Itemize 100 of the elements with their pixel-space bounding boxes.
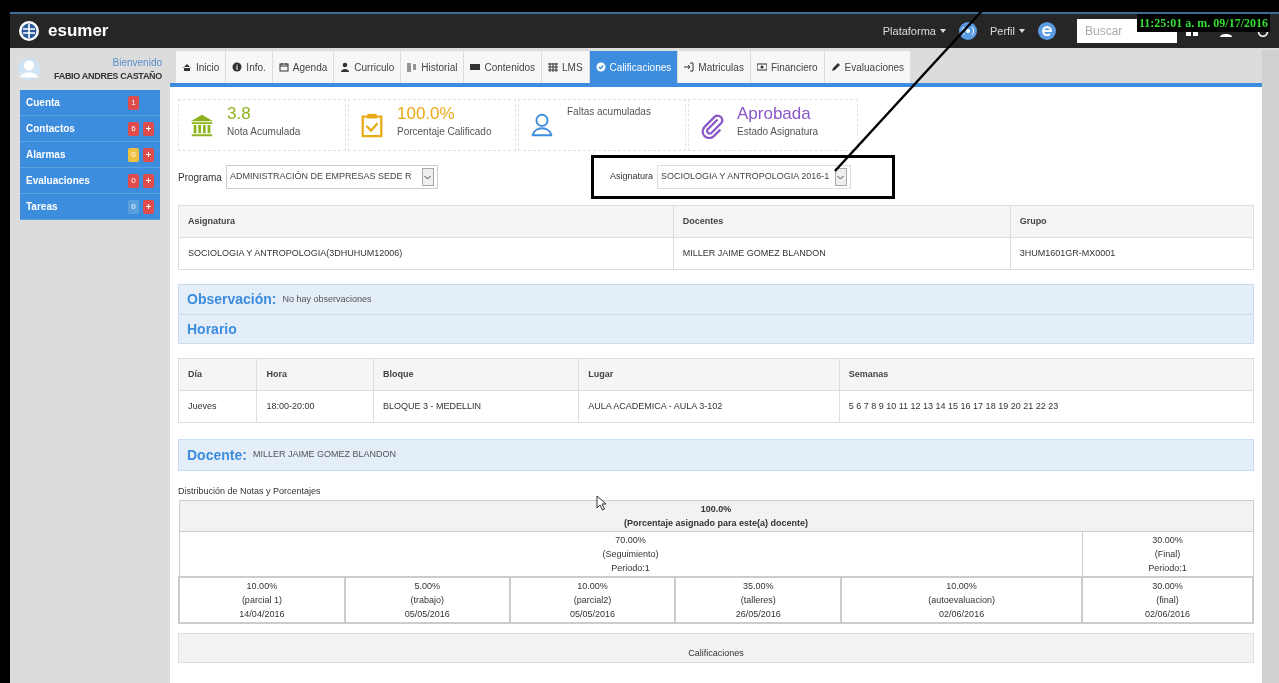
count-badge: 0 xyxy=(128,147,139,162)
add-button[interactable] xyxy=(143,199,154,214)
table-cell: Jueves xyxy=(178,390,257,423)
date-text: 05/05/2016 xyxy=(403,607,451,621)
date-text: 02/06/2016 xyxy=(938,607,986,621)
add-button[interactable] xyxy=(143,147,154,162)
date-text: 02/06/2016 xyxy=(1144,607,1192,621)
column-header: Día xyxy=(178,358,257,391)
item-label: (parcial 1) xyxy=(240,593,283,607)
broadcast-icon[interactable] xyxy=(957,21,978,41)
tab[interactable]: Agenda xyxy=(272,51,334,83)
scrollbar[interactable] xyxy=(1262,50,1279,683)
tab[interactable]: Contenidos xyxy=(464,51,542,83)
sign-in-icon xyxy=(684,62,695,72)
field-label: Asignatura xyxy=(609,170,653,184)
calendar-icon xyxy=(278,62,289,72)
column-header: Grupo xyxy=(1010,205,1254,238)
observation-text: No hay observaciones xyxy=(282,292,372,306)
percent-text: 30.00% xyxy=(1151,533,1184,547)
bars-icon xyxy=(407,62,418,72)
percent-text: 100.0% xyxy=(700,502,732,516)
stat-value: Aprobada xyxy=(737,104,812,124)
item-label: (trabajo) xyxy=(409,593,445,607)
column-header: Lugar xyxy=(578,358,840,391)
percent-text: 10.00% xyxy=(576,579,609,593)
count-badge: 0 xyxy=(128,199,139,214)
grid-icon xyxy=(548,62,559,72)
tab[interactable]: Matriculas xyxy=(678,51,750,83)
add-button[interactable] xyxy=(143,121,154,136)
mouse-cursor-icon xyxy=(596,495,607,511)
tab[interactable]: LMS xyxy=(542,51,589,83)
home-icon xyxy=(182,62,192,72)
column-header: Docentes xyxy=(673,205,1011,238)
date-text: 05/05/2016 xyxy=(568,607,616,621)
menu-dropdown[interactable]: Plataforma xyxy=(882,22,946,40)
tab[interactable]: Financiero xyxy=(750,51,824,83)
period-text: Periodo:1 xyxy=(1147,561,1188,575)
date-text: 26/05/2016 xyxy=(734,607,782,621)
table-cell: 3HUM1601GR-MX0001 xyxy=(1010,237,1254,270)
plus-icon xyxy=(146,152,151,157)
program-select[interactable]: ADMINISTRACIÓN DE EMPRESAS SEDE R xyxy=(225,165,438,189)
tab[interactable]: Info. xyxy=(226,51,272,83)
info-icon xyxy=(232,62,243,72)
letter-icon[interactable] xyxy=(1037,21,1057,41)
stat-label: Estado Asignatura xyxy=(737,125,819,139)
stat-label: Faltas acumuladas xyxy=(567,105,651,119)
plus-icon xyxy=(146,204,151,209)
column-header: Hora xyxy=(256,358,374,391)
percent-text: 30.00% xyxy=(1151,579,1184,593)
card-icon xyxy=(470,62,481,72)
clock-overlay: 11:25:01 a. m. 09/17/2016 xyxy=(1137,14,1270,32)
avatar-icon xyxy=(18,57,40,81)
tab[interactable]: Evaluaciones xyxy=(824,51,911,83)
logo-icon xyxy=(18,20,40,42)
group-label: (Final) xyxy=(1153,547,1182,561)
percent-text: 35.00% xyxy=(741,579,775,593)
table-cell: AULA ACADEMICA - AULA 3-102 xyxy=(578,390,840,423)
column-header: Asignatura xyxy=(178,205,674,238)
percent-text: 10.00% xyxy=(945,579,978,593)
field-label: Programa xyxy=(178,170,222,185)
stat-value: 3.8 xyxy=(227,104,252,124)
check-icon xyxy=(595,62,606,72)
money-icon xyxy=(756,62,767,72)
person-icon xyxy=(340,62,351,72)
panel-title: Observación: xyxy=(187,290,277,309)
stat-value: 100.0% xyxy=(397,104,456,124)
date-text: 14/04/2016 xyxy=(238,607,286,621)
menu-dropdown[interactable]: Perfil xyxy=(989,22,1025,40)
panel-title: Docente: xyxy=(187,445,247,465)
plus-icon xyxy=(146,178,151,183)
table-cell: BLOQUE 3 - MEDELLIN xyxy=(373,390,579,423)
subject-select[interactable]: SOCIOLOGIA Y ANTROPOLOGIA 2016-1 xyxy=(656,165,851,189)
percent-text: 5.00% xyxy=(413,579,441,593)
group-label: (Seguimiento) xyxy=(601,547,660,561)
panel-title: Horario xyxy=(187,319,237,339)
percent-text: 70.00% xyxy=(614,533,647,547)
period-text: Periodo:1 xyxy=(610,561,651,575)
tab[interactable]: Historial xyxy=(401,51,464,83)
tab[interactable]: Curriculo xyxy=(334,51,401,83)
table-cell: 5 6 7 8 9 10 11 12 13 14 15 16 17 18 19 20 21 22 23 xyxy=(839,390,1254,423)
plus-icon xyxy=(146,126,151,131)
table-cell: 18:00-20:00 xyxy=(256,390,374,423)
count-badge: 6 xyxy=(128,121,139,136)
item-label: (talleres) xyxy=(739,593,777,607)
caret-icon xyxy=(939,29,946,33)
section-title: Distribución de Notas y Porcentajes xyxy=(178,485,322,498)
brand-name: esumer xyxy=(48,20,109,43)
column-header: Bloque xyxy=(373,358,579,391)
panel-title: Calificaciones xyxy=(688,647,744,660)
pencil-icon xyxy=(830,62,841,72)
table-cell: SOCIOLOGIA Y ANTROPOLOGIA(3DHUHUM12006) xyxy=(178,237,674,270)
percent-text: 10.00% xyxy=(245,579,279,593)
item-label: (autoevaluacion) xyxy=(927,593,996,607)
stat-label: Nota Acumulada xyxy=(227,125,301,139)
teacher-name: MILLER JAIME GOMEZ BLANDON xyxy=(252,448,396,462)
add-button[interactable] xyxy=(143,173,154,188)
welcome-text: Bienvenido xyxy=(112,55,162,70)
user-name: FABIO ANDRES CASTAÑO xyxy=(54,69,162,83)
column-header: Semanas xyxy=(839,358,1254,391)
tab[interactable]: Inicio xyxy=(176,51,226,83)
